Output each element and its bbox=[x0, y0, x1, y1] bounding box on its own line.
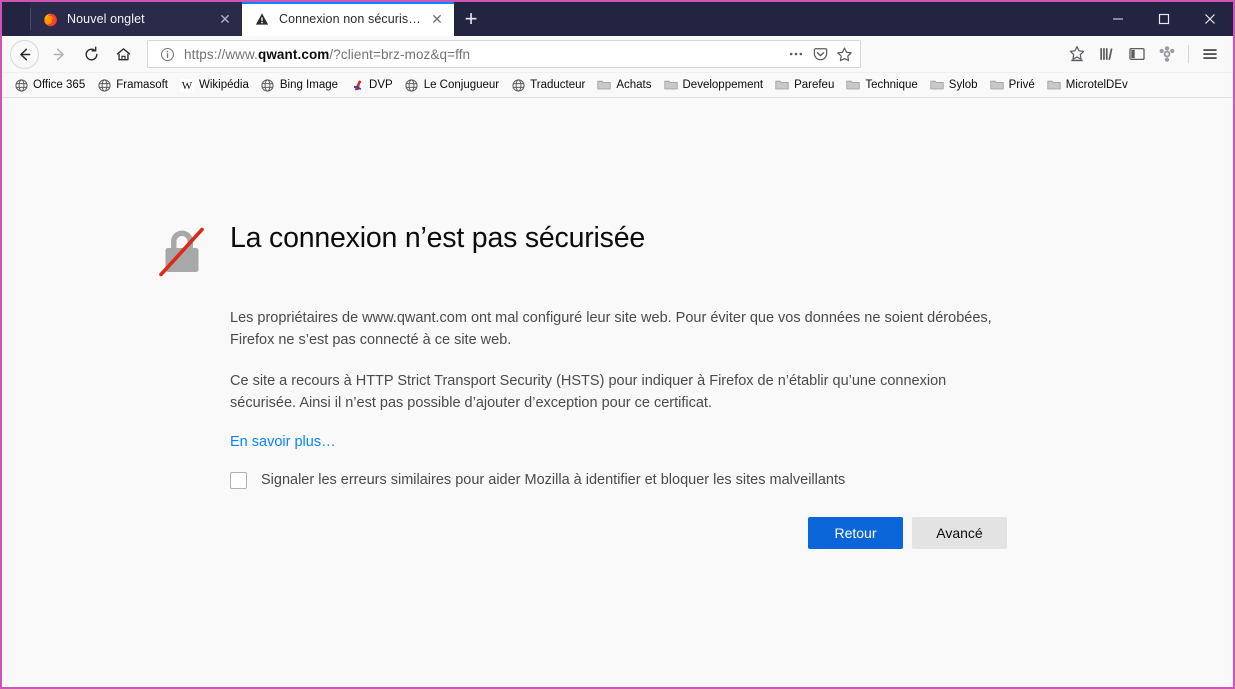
bookmark-wikipedia[interactable]: W Wikipédia bbox=[174, 75, 254, 95]
bookmark-label: MicrotelDEv bbox=[1065, 79, 1128, 91]
error-header: La connexion n’est pas sécurisée bbox=[157, 217, 1027, 278]
report-errors-label: Signaler les erreurs similaires pour aid… bbox=[261, 472, 846, 489]
bookmark-folder-parefeu[interactable]: Parefeu bbox=[769, 75, 839, 95]
folder-icon bbox=[774, 77, 790, 93]
avast-extension-icon[interactable] bbox=[1152, 39, 1182, 69]
globe-icon bbox=[96, 77, 112, 93]
window-controls bbox=[1095, 2, 1233, 36]
svg-text:W: W bbox=[182, 80, 193, 92]
tabstrip-drag-space bbox=[488, 2, 1095, 36]
tab-close-button[interactable]: ✕ bbox=[428, 10, 446, 28]
toolbar-right-icons bbox=[1062, 39, 1225, 69]
tabstrip-lead-spacer bbox=[2, 2, 30, 36]
bookmark-label: Le Conjugueur bbox=[423, 79, 500, 91]
toolbar-separator bbox=[1188, 45, 1189, 63]
minimize-button[interactable] bbox=[1095, 2, 1141, 36]
folder-icon bbox=[663, 77, 679, 93]
folder-icon bbox=[989, 77, 1005, 93]
bookmark-label: Achats bbox=[616, 79, 652, 91]
bookmark-label: Technique bbox=[865, 79, 918, 91]
navigation-toolbar: https://www.qwant.com/?client=brz-moz&q=… bbox=[2, 36, 1233, 73]
error-paragraph-1: Les propriétaires de www.qwant.com ont m… bbox=[230, 310, 992, 349]
url-bar[interactable]: https://www.qwant.com/?client=brz-moz&q=… bbox=[147, 40, 861, 68]
firefox-logo-icon bbox=[42, 11, 58, 27]
pocket-icon[interactable] bbox=[808, 42, 832, 66]
browser-window: Nouvel onglet ✕ Connexion non sécurisée … bbox=[0, 0, 1235, 689]
bookmark-traducteur[interactable]: Traducteur bbox=[505, 75, 590, 95]
learn-more-link[interactable]: En savoir plus… bbox=[230, 434, 336, 450]
url-scheme: https://www. bbox=[184, 46, 258, 62]
forward-button[interactable] bbox=[43, 39, 75, 69]
tab-connexion-non-securisee[interactable]: Connexion non sécurisée ✕ bbox=[242, 2, 454, 36]
folder-icon bbox=[596, 77, 612, 93]
bookmark-folder-developpement[interactable]: Developpement bbox=[658, 75, 769, 95]
page-content: La connexion n’est pas sécurisée Les pro… bbox=[2, 98, 1233, 687]
library-icon[interactable] bbox=[1092, 39, 1122, 69]
bookmark-folder-sylob[interactable]: Sylob bbox=[924, 75, 983, 95]
app-menu-icon[interactable] bbox=[1195, 39, 1225, 69]
error-paragraph-2: Ce site a recours à HTTP Strict Transpor… bbox=[230, 372, 947, 412]
globe-icon bbox=[404, 77, 420, 93]
info-circle-icon[interactable] bbox=[156, 43, 178, 65]
report-errors-checkbox[interactable] bbox=[230, 471, 247, 489]
warning-triangle-icon bbox=[254, 11, 270, 27]
folder-icon bbox=[1046, 77, 1062, 93]
bookmark-label: Privé bbox=[1008, 79, 1035, 91]
bookmark-label: DVP bbox=[369, 79, 393, 91]
broken-lock-icon bbox=[157, 226, 207, 278]
url-text[interactable]: https://www.qwant.com/?client=brz-moz&q=… bbox=[178, 47, 784, 62]
bookmark-framasoft[interactable]: Framasoft bbox=[91, 75, 173, 95]
bookmark-office-365[interactable]: Office 365 bbox=[8, 75, 90, 95]
bookmark-label: Developpement bbox=[682, 79, 764, 91]
tab-strip: Nouvel onglet ✕ Connexion non sécurisée … bbox=[2, 2, 1233, 36]
home-button[interactable] bbox=[107, 39, 139, 69]
globe-icon bbox=[13, 77, 29, 93]
bookmark-folder-achats[interactable]: Achats bbox=[591, 75, 656, 95]
back-button[interactable] bbox=[10, 39, 39, 69]
report-errors-row: Signaler les erreurs similaires pour aid… bbox=[230, 471, 1027, 489]
maximize-button[interactable] bbox=[1141, 2, 1187, 36]
globe-icon bbox=[510, 77, 526, 93]
url-path: /?client=brz-moz&q=ffn bbox=[329, 46, 471, 62]
go-back-button[interactable]: Retour bbox=[808, 516, 903, 549]
bookmark-le-conjugueur[interactable]: Le Conjugueur bbox=[399, 75, 504, 95]
developpez-icon bbox=[349, 77, 365, 93]
sidebar-icon[interactable] bbox=[1122, 39, 1152, 69]
bookmark-folder-technique[interactable]: Technique bbox=[840, 75, 922, 95]
wikipedia-w-icon: W bbox=[179, 77, 195, 93]
tab-close-button[interactable]: ✕ bbox=[216, 10, 234, 28]
bookmark-folder-prive[interactable]: Privé bbox=[984, 75, 1040, 95]
bookmark-bing-image[interactable]: Bing Image bbox=[255, 75, 343, 95]
tab-nouvel-onglet[interactable]: Nouvel onglet ✕ bbox=[30, 2, 242, 36]
reload-button[interactable] bbox=[75, 39, 107, 69]
bookmark-label: Traducteur bbox=[530, 79, 586, 91]
tab-title: Nouvel onglet bbox=[67, 12, 145, 26]
bookmark-label: Parefeu bbox=[794, 79, 835, 91]
page-title: La connexion n’est pas sécurisée bbox=[230, 222, 646, 254]
bookmark-folder-microteldev[interactable]: MicrotelDEv bbox=[1041, 75, 1133, 95]
tab-title: Connexion non sécurisée bbox=[279, 12, 422, 26]
folder-icon bbox=[845, 77, 861, 93]
error-body: Les propriétaires de www.qwant.com ont m… bbox=[230, 307, 1027, 549]
bookmark-label: Bing Image bbox=[279, 79, 339, 91]
bookmark-dvp[interactable]: DVP bbox=[344, 75, 398, 95]
certificate-error-page: La connexion n’est pas sécurisée Les pro… bbox=[157, 217, 1027, 549]
save-to-pocket-icon[interactable] bbox=[1062, 39, 1092, 69]
bookmark-label: Framasoft bbox=[116, 79, 168, 91]
bookmark-label: Sylob bbox=[948, 79, 978, 91]
bookmark-label: Office 365 bbox=[33, 79, 86, 91]
page-actions-icon[interactable] bbox=[784, 42, 808, 66]
close-button[interactable] bbox=[1187, 2, 1233, 36]
new-tab-button[interactable]: + bbox=[454, 2, 488, 36]
advanced-button[interactable]: Avancé bbox=[912, 516, 1007, 549]
error-button-row: Retour Avancé bbox=[230, 516, 1027, 549]
bookmarks-toolbar: Office 365 Framasoft W Wikipédia Bing Im… bbox=[2, 73, 1233, 98]
bookmark-label: Wikipédia bbox=[198, 79, 249, 91]
url-domain: qwant.com bbox=[257, 46, 330, 62]
globe-icon bbox=[260, 77, 276, 93]
bookmark-star-icon[interactable] bbox=[832, 42, 856, 66]
folder-icon bbox=[929, 77, 945, 93]
